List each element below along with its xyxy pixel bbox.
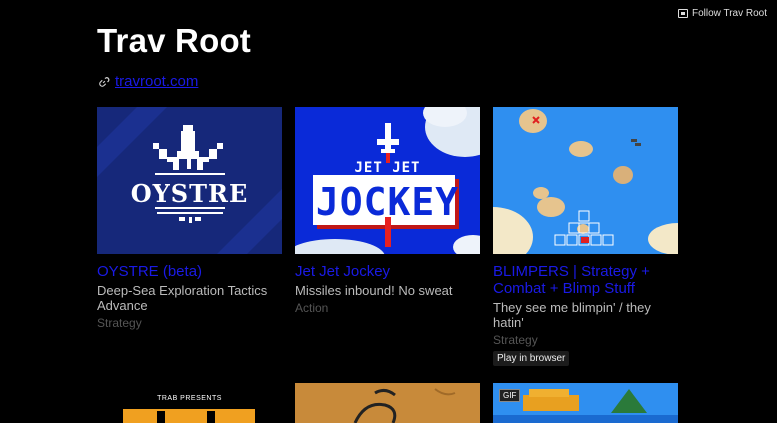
game-card-row2-2[interactable] <box>295 383 480 423</box>
game-card-row2-3[interactable]: GIF <box>493 383 678 423</box>
cover-text: TRAB PRESENTS <box>157 395 222 402</box>
game-card-blimpers[interactable]: BLIMPERS | Strategy + Combat + Blimp Stu… <box>493 107 678 366</box>
game-thumbnail[interactable]: TRAB PRESENTS <box>97 383 282 423</box>
cover-text-bottom: JOCKEY <box>315 180 460 224</box>
cover-text-top: JET JET <box>354 160 421 176</box>
game-card-oystre[interactable]: OYSTRE OYSTRE (beta) Deep-Sea Exploratio… <box>97 107 282 330</box>
image-icon <box>677 9 688 18</box>
game-genre: Strategy <box>493 333 538 347</box>
game-genre: Strategy <box>97 316 142 330</box>
page-title: Trav Root <box>97 22 251 59</box>
follow-label: Follow Trav Root <box>691 8 767 19</box>
follow-button[interactable]: Follow Trav Root <box>677 8 767 19</box>
play-in-browser-badge: Play in browser <box>493 351 570 366</box>
site-link[interactable]: travroot.com <box>115 73 198 90</box>
game-thumbnail[interactable]: JET JET JOCKEY <box>295 107 480 254</box>
game-description: They see me blimpin' / they hatin' <box>493 300 651 330</box>
gif-badge: GIF <box>499 389 521 402</box>
game-description: Deep-Sea Exploration Tactics Advance <box>97 283 268 313</box>
cover-text: OYSTRE <box>130 179 249 208</box>
game-thumbnail[interactable]: OYSTRE <box>97 107 282 254</box>
link-icon <box>99 76 110 87</box>
game-title[interactable]: OYSTRE (beta) <box>97 263 282 280</box>
game-description: Missiles inbound! No sweat <box>295 283 453 298</box>
game-card-jet-jet-jockey[interactable]: JET JET JOCKEY Jet Jet Jockey Missiles i… <box>295 107 480 315</box>
game-thumbnail[interactable]: GIF <box>493 383 678 423</box>
game-card-row2-1[interactable]: TRAB PRESENTS <box>97 383 282 423</box>
game-genre: Action <box>295 301 329 315</box>
site-link-row: travroot.com <box>97 73 198 90</box>
game-thumbnail[interactable] <box>295 383 480 423</box>
game-thumbnail[interactable] <box>493 107 678 254</box>
game-title[interactable]: BLIMPERS | Strategy + Combat + Blimp Stu… <box>493 263 678 297</box>
game-title[interactable]: Jet Jet Jockey <box>295 263 480 280</box>
